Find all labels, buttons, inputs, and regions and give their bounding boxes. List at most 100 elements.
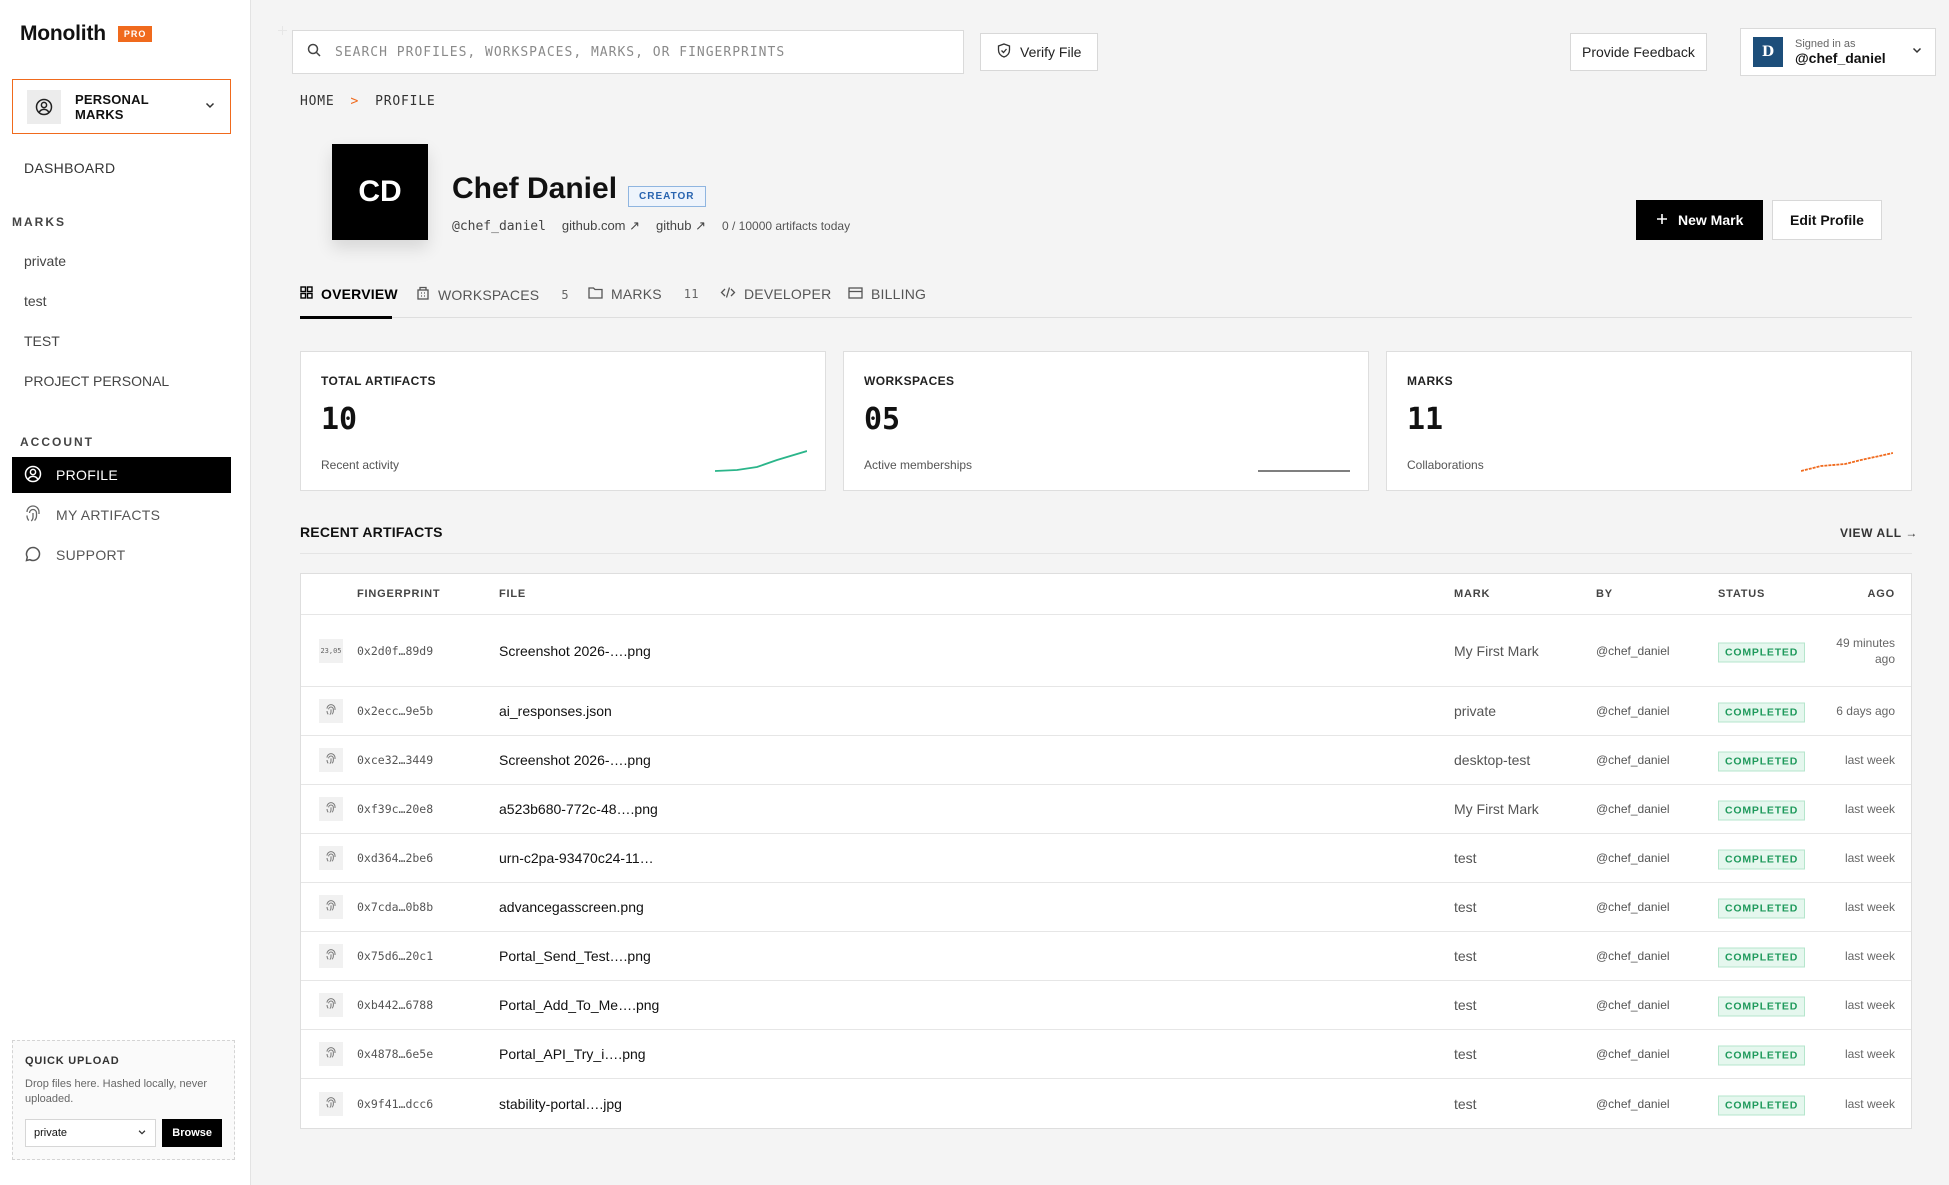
provide-feedback-button[interactable]: Provide Feedback xyxy=(1570,33,1707,71)
new-mark-button[interactable]: New Mark xyxy=(1636,200,1764,240)
tab-marks[interactable]: MARKS 11 xyxy=(588,286,699,302)
status-cell: COMPLETED xyxy=(1718,1045,1806,1066)
file-cell[interactable]: Portal_API_Try_i….png xyxy=(499,1046,646,1062)
fingerprint-cell[interactable]: 0xb442…6788 xyxy=(357,998,433,1012)
sidebar-item-mark[interactable]: private xyxy=(24,253,66,269)
tab-developer[interactable]: DEVELOPER xyxy=(720,286,831,302)
fingerprint-cell[interactable]: 0x7cda…0b8b xyxy=(357,900,433,914)
sidebar-item-mark[interactable]: PROJECT PERSONAL xyxy=(24,373,169,389)
table-row[interactable]: 0xd364…2be6 urn-c2pa-93470c24-11… test @che… xyxy=(301,834,1911,883)
file-cell[interactable]: stability-portal….jpg xyxy=(499,1096,622,1112)
workspace-switcher[interactable]: PERSONAL MARKS xyxy=(12,79,231,134)
by-cell[interactable]: @chef_daniel xyxy=(1596,998,1670,1012)
table-row[interactable]: 0x75d6…20c1 Portal_Send_Test….png test @che… xyxy=(301,932,1911,981)
artifact-thumbnail xyxy=(319,699,343,723)
mark-cell[interactable]: test xyxy=(1454,1046,1477,1062)
table-row[interactable]: 23,05 0x2d0f…89d9 Screenshot 2026-….png My … xyxy=(301,615,1911,687)
tab-overview[interactable]: OVERVIEW xyxy=(300,286,398,302)
sidebar-item-profile[interactable]: PROFILE xyxy=(12,457,231,493)
by-cell[interactable]: @chef_daniel xyxy=(1596,644,1670,658)
verify-file-label: Verify File xyxy=(1020,44,1082,60)
file-cell[interactable]: advancegasscreen.png xyxy=(499,899,644,915)
sidebar-item-dashboard[interactable]: DASHBOARD xyxy=(24,160,115,176)
sidebar-item-my-artifacts[interactable]: MY ARTIFACTS xyxy=(12,497,231,533)
verify-file-button[interactable]: Verify File xyxy=(980,33,1099,71)
browse-button[interactable]: Browse xyxy=(162,1119,222,1147)
fingerprint-cell[interactable]: 0xce32…3449 xyxy=(357,753,433,767)
by-cell[interactable]: @chef_daniel xyxy=(1596,704,1670,718)
fingerprint-cell[interactable]: 0x4878…6e5e xyxy=(357,1047,433,1061)
stat-caption: Collaborations xyxy=(1407,458,1484,472)
by-cell[interactable]: @chef_daniel xyxy=(1596,1047,1670,1061)
tab-workspaces[interactable]: WORKSPACES 5 xyxy=(416,286,569,303)
quick-upload-dropzone[interactable]: QUICK UPLOAD Drop files here. Hashed loc… xyxy=(12,1040,235,1160)
fingerprint-cell[interactable]: 0xf39c…20e8 xyxy=(357,802,433,816)
table-header: FINGERPRINT FILE MARK BY STATUS AGO xyxy=(301,574,1911,615)
quick-upload-mark-select[interactable]: private xyxy=(25,1119,157,1147)
column-header[interactable]: FINGERPRINT xyxy=(357,588,440,600)
breadcrumb-current: PROFILE xyxy=(375,94,436,109)
sidebar-item-mark[interactable]: TEST xyxy=(24,333,60,349)
profile-link-github[interactable]: github ↗ xyxy=(656,218,706,234)
table-row[interactable]: 0x9f41…dcc6 stability-portal….jpg test @che… xyxy=(301,1079,1911,1128)
by-cell[interactable]: @chef_daniel xyxy=(1596,851,1670,865)
edit-profile-button[interactable]: Edit Profile xyxy=(1772,200,1882,240)
main-content: Verify File Provide Feedback D Signed in… xyxy=(252,0,1949,1185)
mark-cell[interactable]: test xyxy=(1454,1096,1477,1112)
column-header[interactable]: AGO xyxy=(1868,588,1895,600)
fingerprint-icon xyxy=(325,802,337,816)
mark-cell[interactable]: test xyxy=(1454,899,1477,915)
chevron-down-icon xyxy=(137,1127,147,1140)
mark-cell[interactable]: test xyxy=(1454,850,1477,866)
brand[interactable]: Monolith PRO xyxy=(20,22,153,46)
fingerprint-cell[interactable]: 0xd364…2be6 xyxy=(357,851,433,865)
file-cell[interactable]: Screenshot 2026-….png xyxy=(499,643,651,659)
quick-upload-selected: private xyxy=(34,1127,68,1139)
breadcrumb-home[interactable]: HOME xyxy=(300,94,335,109)
file-cell[interactable]: Portal_Send_Test….png xyxy=(499,948,651,964)
status-cell: COMPLETED xyxy=(1718,800,1806,821)
table-row[interactable]: 0xce32…3449 Screenshot 2026-….png desktop-… xyxy=(301,736,1911,785)
mark-cell[interactable]: test xyxy=(1454,997,1477,1013)
account-menu[interactable]: D Signed in as @chef_daniel xyxy=(1740,28,1936,76)
table-row[interactable]: 0xb442…6788 Portal_Add_To_Me….png test @che… xyxy=(301,981,1911,1030)
mark-cell[interactable]: test xyxy=(1454,948,1477,964)
mark-cell[interactable]: My First Mark xyxy=(1454,801,1539,817)
by-cell[interactable]: @chef_daniel xyxy=(1596,949,1670,963)
mark-cell[interactable]: private xyxy=(1454,703,1496,719)
search-bar[interactable] xyxy=(292,30,964,74)
table-row[interactable]: 0x2ecc…9e5b ai_responses.json private @chef… xyxy=(301,687,1911,736)
file-cell[interactable]: Screenshot 2026-….png xyxy=(499,752,651,768)
recent-artifacts-table: FINGERPRINT FILE MARK BY STATUS AGO 23,0… xyxy=(300,573,1912,1129)
by-cell[interactable]: @chef_daniel xyxy=(1596,1097,1670,1111)
column-header[interactable]: FILE xyxy=(499,588,526,600)
fingerprint-cell[interactable]: 0x9f41…dcc6 xyxy=(357,1097,433,1111)
fingerprint-cell[interactable]: 0x75d6…20c1 xyxy=(357,949,433,963)
table-row[interactable]: 0x4878…6e5e Portal_API_Try_i….png test @che… xyxy=(301,1030,1911,1079)
file-cell[interactable]: Portal_Add_To_Me….png xyxy=(499,997,659,1013)
column-header[interactable]: MARK xyxy=(1454,588,1490,600)
view-all-link[interactable]: VIEW ALL → xyxy=(1840,526,1918,540)
table-row[interactable]: 0x7cda…0b8b advancegasscreen.png test @chef… xyxy=(301,883,1911,932)
table-row[interactable]: 0xf39c…20e8 a523b680-772c-48….png My First… xyxy=(301,785,1911,834)
fingerprint-cell[interactable]: 0x2d0f…89d9 xyxy=(357,644,433,658)
mark-cell[interactable]: My First Mark xyxy=(1454,643,1539,659)
tab-billing[interactable]: BILLING xyxy=(848,286,926,302)
role-badge: CREATOR xyxy=(628,186,706,207)
column-header[interactable]: BY xyxy=(1596,588,1613,600)
fingerprint-cell[interactable]: 0x2ecc…9e5b xyxy=(357,704,433,718)
ago-cell: last week xyxy=(1844,1096,1895,1111)
by-cell[interactable]: @chef_daniel xyxy=(1596,802,1670,816)
file-cell[interactable]: ai_responses.json xyxy=(499,703,612,719)
sidebar-item-mark[interactable]: test xyxy=(24,293,47,309)
by-cell[interactable]: @chef_daniel xyxy=(1596,900,1670,914)
search-input[interactable] xyxy=(335,44,949,60)
sidebar-item-support[interactable]: SUPPORT xyxy=(12,537,231,573)
tab-label: MARKS xyxy=(611,286,662,302)
file-cell[interactable]: a523b680-772c-48….png xyxy=(499,801,658,817)
column-header[interactable]: STATUS xyxy=(1718,588,1765,600)
profile-link-github-com[interactable]: github.com ↗ xyxy=(562,218,640,234)
mark-cell[interactable]: desktop-test xyxy=(1454,752,1530,768)
file-cell[interactable]: urn-c2pa-93470c24-11… xyxy=(499,850,654,866)
by-cell[interactable]: @chef_daniel xyxy=(1596,753,1670,767)
